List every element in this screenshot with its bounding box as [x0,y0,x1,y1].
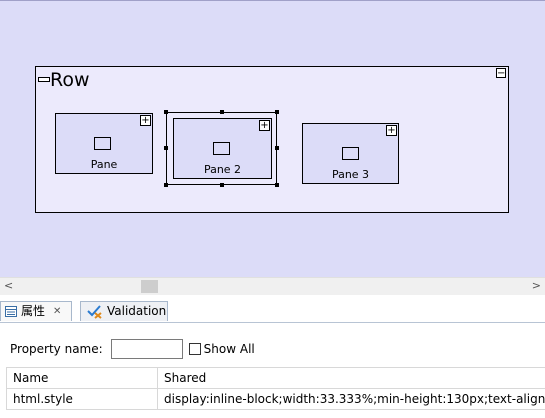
property-name-input[interactable] [110,339,183,359]
resize-handle[interactable] [275,183,279,187]
scroll-right-icon[interactable]: > [532,279,541,292]
resize-handle[interactable] [275,146,279,150]
pane-label: Pane 2 [203,163,242,176]
property-key: html.style [6,388,158,410]
table-row[interactable]: html.style display:inline-block;width:33… [6,388,545,410]
property-name-label: Property name: [10,342,103,356]
properties-icon [5,306,17,317]
show-all-label: Show All [203,342,255,356]
pane-label: Pane [90,158,118,171]
tab-properties[interactable]: 属性 ✕ [0,301,72,321]
column-header-shared: Shared [157,367,545,389]
show-all-checkbox[interactable] [188,343,201,355]
scroll-left-icon[interactable]: < [4,279,13,292]
tab-properties-label: 属性 [21,304,46,318]
add-icon[interactable]: + [259,120,270,131]
resize-handle[interactable] [220,110,224,114]
resize-handle[interactable] [164,110,168,114]
horizontal-scrollbar[interactable]: < > [0,277,545,295]
add-icon[interactable]: + [140,115,151,126]
properties-table: Name Shared html.style display:inline-bl… [6,367,545,410]
resize-handle[interactable] [164,183,168,187]
scrollbar-thumb[interactable] [141,280,158,293]
column-header-name: Name [6,367,158,389]
properties-panel: Property name: Show All Name Shared html… [0,323,545,418]
pane-label: Pane 3 [331,168,370,181]
tab-validation[interactable]: Validation [80,301,168,321]
resize-handle[interactable] [164,146,168,150]
close-icon[interactable]: ✕ [53,302,61,321]
view-tab-bar: 属性 ✕ Validation [0,298,545,323]
table-header-row: Name Shared [6,367,545,389]
resize-handle[interactable] [275,110,279,114]
design-canvas[interactable]: Row − + Pane + Pane 2 + Pane 3 [0,0,545,277]
pane-2[interactable]: + Pane 2 [173,118,272,179]
image-placeholder-icon [342,147,359,160]
drag-handle-icon[interactable] [38,77,50,82]
row-title: Row [50,69,90,91]
tab-validation-label: Validation [107,304,167,318]
collapse-button[interactable]: − [496,68,506,79]
add-icon[interactable]: + [386,125,397,136]
property-value[interactable]: display:inline-block;width:33.333%;min-h… [157,388,545,410]
pane-1[interactable]: + Pane [55,113,153,174]
pane-3[interactable]: + Pane 3 [302,123,399,184]
image-placeholder-icon [213,142,230,155]
resize-handle[interactable] [220,183,224,187]
validation-icon [87,305,102,319]
image-placeholder-icon [94,137,111,150]
